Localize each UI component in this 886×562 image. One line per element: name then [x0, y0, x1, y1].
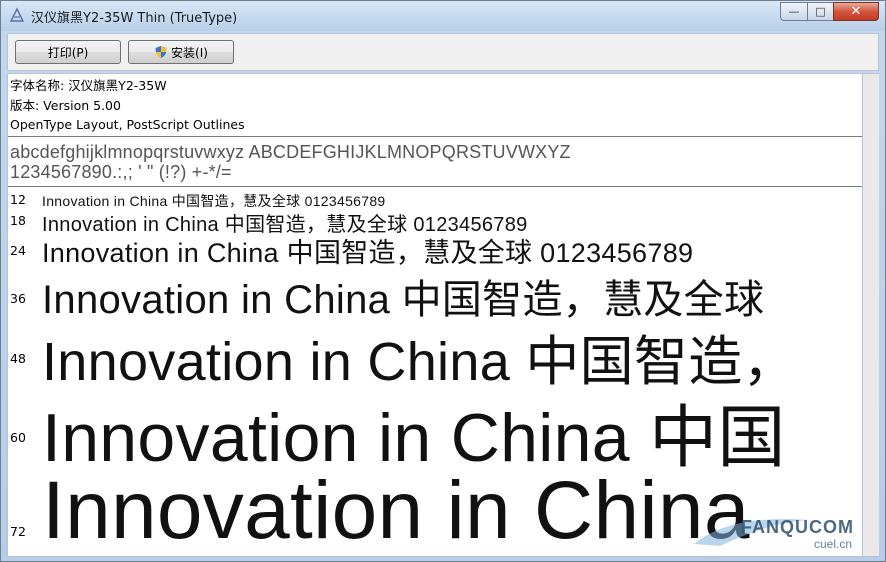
sample-text: Innovation in China 中国智造，慧及全球 0123456789	[42, 238, 694, 268]
print-button[interactable]: 打印(P)	[15, 40, 121, 64]
divider	[8, 186, 862, 187]
install-button[interactable]: 安装(I)	[128, 40, 234, 64]
close-icon: ✕	[850, 4, 862, 19]
size-label: 18	[10, 213, 26, 228]
watermark-brand: FANQUCOM	[741, 517, 854, 537]
title-bar[interactable]: 汉仪旗黑Y2-35W Thin (TrueType) — □ ✕	[1, 1, 885, 31]
window-title: 汉仪旗黑Y2-35W Thin (TrueType)	[31, 11, 238, 26]
minimize-button[interactable]: —	[780, 2, 807, 21]
watermark-logo: FANQUCOM cuel.cn	[690, 510, 860, 554]
charset-letters: abcdefghijklmnopqrstuvwxyz ABCDEFGHIJKLM…	[10, 142, 571, 162]
caption-buttons: — □ ✕	[780, 2, 879, 22]
vertical-scrollbar[interactable]	[863, 73, 879, 557]
font-version-line: 版本: Version 5.00	[10, 97, 121, 113]
font-outlines-line: OpenType Layout, PostScript Outlines	[10, 117, 245, 132]
charset-symbols: 1234567890.:,; ' " (!?) +-*/=	[10, 162, 232, 182]
size-label: 12	[10, 192, 26, 207]
font-viewer-window: 汉仪旗黑Y2-35W Thin (TrueType) — □ ✕ 打印(P) 安…	[0, 0, 886, 562]
size-label: 60	[10, 430, 26, 445]
toolbar: 打印(P) 安装(I)	[7, 33, 879, 71]
character-set-preview: abcdefghijklmnopqrstuvwxyz ABCDEFGHIJKLM…	[10, 142, 571, 182]
size-label: 24	[10, 243, 26, 258]
size-label: 72	[10, 524, 26, 539]
font-name-line: 字体名称: 汉仪旗黑Y2-35W	[10, 78, 167, 93]
watermark-domain: cuel.cn	[813, 537, 852, 551]
maximize-button[interactable]: □	[807, 2, 833, 21]
sample-text: Innovation in China	[42, 465, 750, 556]
install-button-label: 安装(I)	[171, 45, 208, 60]
font-info: 字体名称: 汉仪旗黑Y2-35W 版本: Version 5.00 OpenTy…	[10, 76, 245, 135]
font-preview-pane: 字体名称: 汉仪旗黑Y2-35W 版本: Version 5.00 OpenTy…	[7, 73, 863, 557]
uac-shield-icon	[155, 46, 167, 58]
close-button[interactable]: ✕	[833, 2, 879, 21]
size-label: 36	[10, 291, 26, 306]
print-button-label: 打印(P)	[47, 45, 89, 60]
size-label: 48	[10, 351, 26, 366]
divider	[8, 136, 862, 137]
minimize-icon: —	[788, 5, 800, 18]
font-app-icon	[9, 7, 25, 22]
maximize-icon: □	[815, 5, 826, 18]
